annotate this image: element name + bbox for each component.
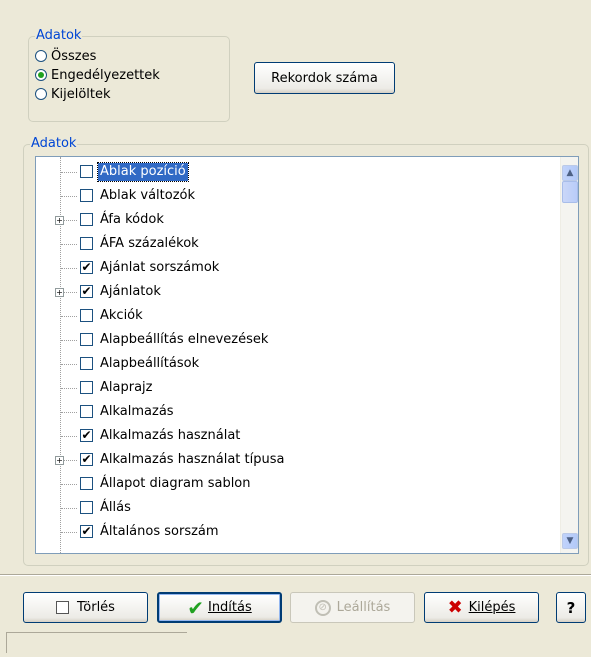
tree-item-label: Akciók	[100, 308, 143, 323]
radio-selected-icon[interactable]	[35, 88, 47, 100]
clear-button[interactable]: Törlés	[23, 592, 148, 623]
tree-connector-branch	[61, 364, 77, 365]
checked-checkbox-icon[interactable]: ✔	[80, 261, 93, 274]
clear-checkbox-icon	[56, 601, 70, 614]
radio-enabled-label: Engedélyezettek	[51, 67, 160, 83]
checkbox-icon[interactable]	[80, 501, 93, 514]
vertical-scrollbar[interactable]: ▲ ▼	[560, 157, 578, 553]
close-icon: ✖	[447, 596, 463, 618]
checkbox-icon[interactable]	[80, 357, 93, 370]
tree-connector-branch	[61, 388, 77, 389]
checkbox-icon[interactable]	[80, 405, 93, 418]
tree-item-label: Általános sorszám	[100, 524, 219, 539]
tree-connector-branch	[61, 484, 77, 485]
data-filter-legend: Adatok	[35, 28, 83, 44]
clear-label: Törlés	[77, 600, 115, 615]
tree-item-label: Alapbeállítások	[100, 356, 200, 371]
stop-button[interactable]: ⊘ Leállítás	[290, 592, 415, 623]
checkbox-icon[interactable]	[80, 237, 93, 250]
tree-row[interactable]: ✔ Ajánlat sorszámok	[36, 257, 556, 280]
radio-enabled[interactable]: Engedélyezettek	[35, 66, 160, 84]
data-tree-list[interactable]: Ablak pozíció Ablak változók + Áfa kódok ÁFA…	[35, 156, 579, 554]
start-label: Indítás	[207, 600, 252, 615]
tree-row[interactable]: Ablak változók	[36, 185, 556, 208]
tree-row[interactable]: + ✔ Alkalmazás használat típusa	[36, 449, 556, 472]
exit-button[interactable]: ✖ Kilépés	[424, 592, 539, 623]
expand-plus-icon[interactable]: +	[55, 456, 64, 465]
status-bar	[0, 632, 591, 657]
radio-all-icon[interactable]	[35, 50, 47, 62]
tree-connector-branch	[61, 532, 77, 533]
tree-row[interactable]: Ablak pozíció	[36, 161, 556, 184]
tree-item-label: Ajánlatok	[100, 284, 161, 299]
tree-item-label: Ajánlat sorszámok	[100, 260, 220, 275]
radio-all-label: Összes	[51, 48, 97, 64]
checkbox-icon[interactable]	[80, 333, 93, 346]
checkbox-icon[interactable]	[80, 165, 93, 178]
tree-item-label: Alaprajz	[100, 380, 153, 395]
tree-item-label: Ablak pozíció	[97, 162, 189, 182]
help-button[interactable]: ?	[556, 592, 586, 623]
tree-item-label: ÁFA százalékok	[100, 236, 199, 251]
stop-label: Leállítás	[336, 600, 391, 615]
radio-selected[interactable]: Kijelöltek	[35, 85, 111, 103]
checked-checkbox-icon[interactable]: ✔	[80, 453, 93, 466]
checkbox-icon[interactable]	[80, 381, 93, 394]
tree-connector-branch	[61, 316, 77, 317]
stop-icon: ⊘	[314, 599, 331, 616]
checked-checkbox-icon[interactable]: ✔	[80, 429, 93, 442]
tree-row[interactable]: Alaprajz	[36, 377, 556, 400]
tree-item-label: Ablak változók	[100, 188, 196, 203]
expand-plus-icon[interactable]: +	[55, 288, 64, 297]
scroll-down-icon[interactable]: ▼	[562, 533, 578, 549]
tree-connector-branch	[61, 196, 77, 197]
tree-connector-branch	[61, 436, 77, 437]
tree-connector-branch	[61, 412, 77, 413]
tree-item-label: Alkalmazás	[100, 404, 174, 419]
exit-label: Kilépés	[468, 600, 516, 615]
tree-row[interactable]: ✔ Alkalmazás használat	[36, 425, 556, 448]
checkbox-icon[interactable]	[80, 309, 93, 322]
tree-connector-branch	[61, 172, 77, 173]
checkbox-icon[interactable]	[80, 477, 93, 490]
tree-connector-branch	[61, 268, 77, 269]
tree-connector-branch	[61, 508, 77, 509]
separator-line	[0, 574, 591, 576]
tree-row[interactable]: Alkalmazás	[36, 401, 556, 424]
tree-row[interactable]: Akciók	[36, 305, 556, 328]
check-icon: ✔	[187, 595, 204, 620]
tree-row[interactable]: Alapbeállítás elnevezések	[36, 329, 556, 352]
tree-item-label: Állás	[100, 500, 131, 515]
tree-item-label: Állapot diagram sablon	[100, 476, 251, 491]
tree-row[interactable]: + Áfa kódok	[36, 209, 556, 232]
tree-item-label: Áfa kódok	[100, 212, 164, 227]
checkbox-icon[interactable]	[80, 189, 93, 202]
tree-row[interactable]: ÁFA százalékok	[36, 233, 556, 256]
data-list-legend: Adatok	[30, 136, 78, 152]
radio-all[interactable]: Összes	[35, 47, 96, 65]
data-filter-group: Adatok Összes Engedélyezettek Kijelöltek	[28, 28, 230, 122]
status-pane	[6, 632, 187, 653]
start-button[interactable]: ✔ Indítás	[157, 592, 282, 623]
expand-plus-icon[interactable]: +	[55, 216, 64, 225]
tree-row[interactable]: Alapbeállítások	[36, 353, 556, 376]
radio-enabled-icon[interactable]	[35, 69, 47, 81]
tree-row[interactable]: + ✔ Ajánlatok	[36, 281, 556, 304]
checked-checkbox-icon[interactable]: ✔	[80, 525, 93, 538]
record-count-button[interactable]: Rekordok száma	[254, 62, 395, 94]
tree-item-label: Alkalmazás használat	[100, 428, 241, 443]
tree-row[interactable]: Állapot diagram sablon	[36, 473, 556, 496]
scroll-up-icon[interactable]: ▲	[562, 165, 578, 181]
checkbox-icon[interactable]	[80, 213, 93, 226]
tree-connector-branch	[61, 244, 77, 245]
tree-connector-branch	[61, 340, 77, 341]
radio-selected-label: Kijelöltek	[51, 86, 111, 102]
checked-checkbox-icon[interactable]: ✔	[80, 285, 93, 298]
tree-item-label: Alapbeállítás elnevezések	[100, 332, 269, 347]
tree-row[interactable]: ✔ Általános sorszám	[36, 521, 556, 544]
scroll-thumb[interactable]	[562, 181, 578, 203]
tree-item-label: Alkalmazás használat típusa	[100, 452, 285, 467]
tree-row[interactable]: Állás	[36, 497, 556, 520]
